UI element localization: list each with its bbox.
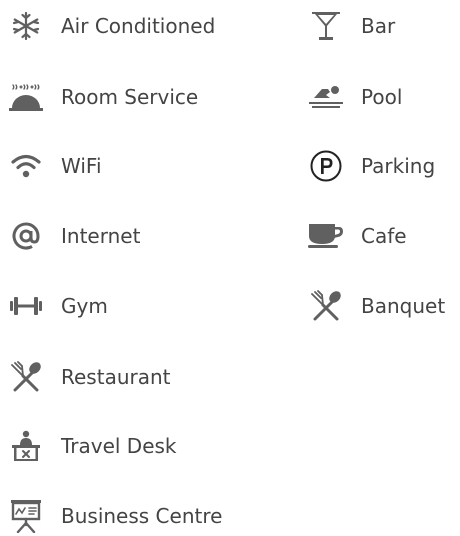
dumbbell-icon (6, 286, 46, 326)
parking-icon (306, 146, 346, 186)
amenity-gym: Gym (6, 286, 108, 326)
amenity-label: Gym (61, 294, 108, 318)
swimmer-icon (306, 77, 346, 117)
amenity-label: Restaurant (61, 365, 171, 389)
amenity-internet: Internet (6, 216, 140, 256)
amenity-label: Parking (361, 154, 436, 178)
amenities-list: Air Conditioned Room Service WiFi Intern… (0, 0, 460, 535)
amenity-label: WiFi (61, 154, 102, 178)
amenity-label: Pool (361, 85, 403, 109)
amenity-label: Air Conditioned (61, 14, 216, 38)
amenity-label: Travel Desk (61, 434, 177, 458)
amenity-restaurant: Restaurant (6, 357, 171, 397)
travel-desk-icon (6, 426, 46, 466)
wifi-icon (6, 146, 46, 186)
amenity-parking: Parking (306, 146, 435, 186)
amenity-wifi: WiFi (6, 146, 102, 186)
snowflake-icon (6, 6, 46, 46)
amenity-label: Room Service (61, 85, 199, 109)
amenity-travel-desk: Travel Desk (6, 426, 177, 466)
amenity-label: Business Centre (61, 504, 223, 528)
at-sign-icon (6, 216, 46, 256)
amenity-label: Cafe (361, 224, 407, 248)
amenity-bar: Bar (306, 6, 395, 46)
amenity-business-centre: Business Centre (6, 496, 222, 536)
room-service-cloche-icon (6, 77, 46, 117)
amenity-air-conditioned: Air Conditioned (6, 6, 215, 46)
fork-spoon-icon (6, 357, 46, 397)
amenity-cafe: Cafe (306, 216, 407, 256)
coffee-cup-icon (306, 216, 346, 256)
amenity-label: Banquet (361, 294, 446, 318)
cocktail-glass-icon (306, 6, 346, 46)
amenity-room-service: Room Service (6, 77, 198, 117)
fork-spoon-icon (306, 286, 346, 326)
amenity-pool: Pool (306, 77, 402, 117)
presentation-board-icon (6, 496, 46, 536)
amenity-label: Internet (61, 224, 141, 248)
amenity-label: Bar (361, 14, 396, 38)
amenity-banquet: Banquet (306, 286, 445, 326)
